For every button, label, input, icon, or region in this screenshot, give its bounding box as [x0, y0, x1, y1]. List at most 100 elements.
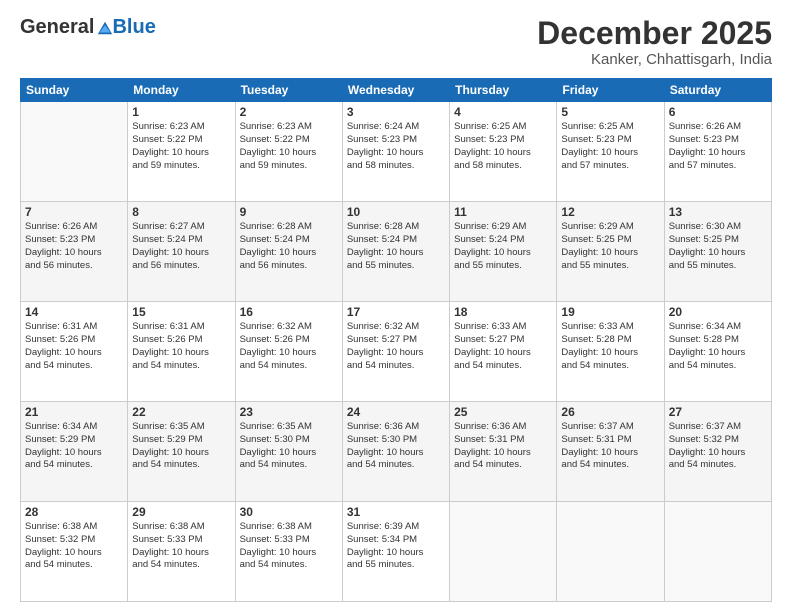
calendar-cell — [21, 102, 128, 202]
cell-info: Sunrise: 6:29 AMSunset: 5:25 PMDaylight:… — [561, 221, 659, 272]
column-header-thursday: Thursday — [450, 79, 557, 102]
cell-info: Sunrise: 6:33 AMSunset: 5:28 PMDaylight:… — [561, 321, 659, 372]
day-number: 7 — [25, 205, 123, 219]
day-number: 8 — [132, 205, 230, 219]
column-header-saturday: Saturday — [664, 79, 771, 102]
day-number: 15 — [132, 305, 230, 319]
column-header-wednesday: Wednesday — [342, 79, 449, 102]
cell-info: Sunrise: 6:30 AMSunset: 5:25 PMDaylight:… — [669, 221, 767, 272]
calendar-cell: 8 Sunrise: 6:27 AMSunset: 5:24 PMDaylight… — [128, 202, 235, 302]
cell-info: Sunrise: 6:33 AMSunset: 5:27 PMDaylight:… — [454, 321, 552, 372]
location-subtitle: Kanker, Chhattisgarh, India — [537, 51, 772, 68]
day-number: 31 — [347, 505, 445, 519]
calendar-table: SundayMondayTuesdayWednesdayThursdayFrid… — [20, 78, 772, 602]
calendar-cell: 15 Sunrise: 6:31 AMSunset: 5:26 PMDayligh… — [128, 302, 235, 402]
day-number: 13 — [669, 205, 767, 219]
calendar-cell: 21Sunrise: 6:34 AMSunset: 5:29 PMDayligh… — [21, 402, 128, 502]
calendar-cell: 28Sunrise: 6:38 AMSunset: 5:32 PMDayligh… — [21, 502, 128, 602]
cell-info: Sunrise: 6:35 AMSunset: 5:30 PMDaylight:… — [240, 421, 338, 472]
cell-info: Sunrise: 6:37 AMSunset: 5:32 PMDaylight:… — [669, 421, 767, 472]
month-title: December 2025 — [537, 16, 772, 51]
calendar-cell — [450, 502, 557, 602]
logo-blue: Blue — [112, 16, 155, 39]
calendar-cell: 9Sunrise: 6:28 AMSunset: 5:24 PMDaylight… — [235, 202, 342, 302]
cell-info: Sunrise: 6:31 AMSunset: 5:26 PMDaylight:… — [25, 321, 123, 372]
calendar-cell: 30 Sunrise: 6:38 AMSunset: 5:33 PMDayligh… — [235, 502, 342, 602]
day-number: 14 — [25, 305, 123, 319]
calendar-cell: 3Sunrise: 6:24 AMSunset: 5:23 PMDaylight… — [342, 102, 449, 202]
cell-info: Sunrise: 6:34 AMSunset: 5:29 PMDaylight:… — [25, 421, 123, 472]
cell-info: Sunrise: 6:31 AMSunset: 5:26 PMDaylight:… — [132, 321, 230, 372]
calendar-cell: 20 Sunrise: 6:34 AMSunset: 5:28 PMDayligh… — [664, 302, 771, 402]
column-header-tuesday: Tuesday — [235, 79, 342, 102]
day-number: 24 — [347, 405, 445, 419]
calendar-cell: 1 Sunrise: 6:23 AMSunset: 5:22 PMDaylight… — [128, 102, 235, 202]
day-number: 12 — [561, 205, 659, 219]
week-row-1: 1 Sunrise: 6:23 AMSunset: 5:22 PMDaylight… — [21, 102, 772, 202]
cell-info: Sunrise: 6:28 AMSunset: 5:24 PMDaylight:… — [240, 221, 338, 272]
cell-info: Sunrise: 6:38 AMSunset: 5:33 PMDaylight:… — [132, 521, 230, 572]
cell-info: Sunrise: 6:35 AMSunset: 5:29 PMDaylight:… — [132, 421, 230, 472]
calendar-header-row: SundayMondayTuesdayWednesdayThursdayFrid… — [21, 79, 772, 102]
calendar-cell: 14 Sunrise: 6:31 AMSunset: 5:26 PMDayligh… — [21, 302, 128, 402]
day-number: 10 — [347, 205, 445, 219]
logo: General Blue — [20, 16, 156, 39]
cell-info: Sunrise: 6:26 AMSunset: 5:23 PMDaylight:… — [669, 121, 767, 172]
day-number: 25 — [454, 405, 552, 419]
day-number: 23 — [240, 405, 338, 419]
week-row-5: 28Sunrise: 6:38 AMSunset: 5:32 PMDayligh… — [21, 502, 772, 602]
cell-info: Sunrise: 6:32 AMSunset: 5:26 PMDaylight:… — [240, 321, 338, 372]
page: General Blue December 2025 Kanker, Chhat… — [0, 0, 792, 612]
day-number: 20 — [669, 305, 767, 319]
calendar-cell: 5Sunrise: 6:25 AMSunset: 5:23 PMDaylight… — [557, 102, 664, 202]
calendar-cell — [664, 502, 771, 602]
day-number: 22 — [132, 405, 230, 419]
cell-info: Sunrise: 6:23 AMSunset: 5:22 PMDaylight:… — [132, 121, 230, 172]
cell-info: Sunrise: 6:37 AMSunset: 5:31 PMDaylight:… — [561, 421, 659, 472]
title-block: December 2025 Kanker, Chhattisgarh, Indi… — [537, 16, 772, 68]
calendar-cell: 17 Sunrise: 6:32 AMSunset: 5:27 PMDayligh… — [342, 302, 449, 402]
day-number: 27 — [669, 405, 767, 419]
day-number: 18 — [454, 305, 552, 319]
cell-info: Sunrise: 6:34 AMSunset: 5:28 PMDaylight:… — [669, 321, 767, 372]
cell-info: Sunrise: 6:25 AMSunset: 5:23 PMDaylight:… — [454, 121, 552, 172]
calendar-cell: 12 Sunrise: 6:29 AMSunset: 5:25 PMDayligh… — [557, 202, 664, 302]
day-number: 26 — [561, 405, 659, 419]
day-number: 11 — [454, 205, 552, 219]
logo-text: General Blue — [20, 16, 156, 39]
calendar-cell: 29 Sunrise: 6:38 AMSunset: 5:33 PMDayligh… — [128, 502, 235, 602]
day-number: 17 — [347, 305, 445, 319]
cell-info: Sunrise: 6:38 AMSunset: 5:32 PMDaylight:… — [25, 521, 123, 572]
calendar-cell: 13 Sunrise: 6:30 AMSunset: 5:25 PMDayligh… — [664, 202, 771, 302]
calendar-cell: 24Sunrise: 6:36 AMSunset: 5:30 PMDayligh… — [342, 402, 449, 502]
cell-info: Sunrise: 6:29 AMSunset: 5:24 PMDaylight:… — [454, 221, 552, 272]
day-number: 1 — [132, 105, 230, 119]
day-number: 19 — [561, 305, 659, 319]
calendar-cell: 31 Sunrise: 6:39 AMSunset: 5:34 PMDayligh… — [342, 502, 449, 602]
column-header-sunday: Sunday — [21, 79, 128, 102]
day-number: 2 — [240, 105, 338, 119]
week-row-4: 21Sunrise: 6:34 AMSunset: 5:29 PMDayligh… — [21, 402, 772, 502]
day-number: 29 — [132, 505, 230, 519]
cell-info: Sunrise: 6:27 AMSunset: 5:24 PMDaylight:… — [132, 221, 230, 272]
calendar-cell: 10Sunrise: 6:28 AMSunset: 5:24 PMDayligh… — [342, 202, 449, 302]
calendar-cell: 4 Sunrise: 6:25 AMSunset: 5:23 PMDaylight… — [450, 102, 557, 202]
logo-general: General — [20, 16, 94, 39]
calendar-cell: 16Sunrise: 6:32 AMSunset: 5:26 PMDayligh… — [235, 302, 342, 402]
day-number: 6 — [669, 105, 767, 119]
column-header-friday: Friday — [557, 79, 664, 102]
calendar-cell: 7Sunrise: 6:26 AMSunset: 5:23 PMDaylight… — [21, 202, 128, 302]
calendar-cell: 19 Sunrise: 6:33 AMSunset: 5:28 PMDayligh… — [557, 302, 664, 402]
cell-info: Sunrise: 6:38 AMSunset: 5:33 PMDaylight:… — [240, 521, 338, 572]
calendar-cell: 22 Sunrise: 6:35 AMSunset: 5:29 PMDayligh… — [128, 402, 235, 502]
day-number: 4 — [454, 105, 552, 119]
week-row-2: 7Sunrise: 6:26 AMSunset: 5:23 PMDaylight… — [21, 202, 772, 302]
cell-info: Sunrise: 6:32 AMSunset: 5:27 PMDaylight:… — [347, 321, 445, 372]
day-number: 30 — [240, 505, 338, 519]
cell-info: Sunrise: 6:39 AMSunset: 5:34 PMDaylight:… — [347, 521, 445, 572]
calendar-cell: 11 Sunrise: 6:29 AMSunset: 5:24 PMDayligh… — [450, 202, 557, 302]
header: General Blue December 2025 Kanker, Chhat… — [20, 16, 772, 68]
cell-info: Sunrise: 6:24 AMSunset: 5:23 PMDaylight:… — [347, 121, 445, 172]
calendar-cell: 25Sunrise: 6:36 AMSunset: 5:31 PMDayligh… — [450, 402, 557, 502]
calendar-cell: 27 Sunrise: 6:37 AMSunset: 5:32 PMDayligh… — [664, 402, 771, 502]
